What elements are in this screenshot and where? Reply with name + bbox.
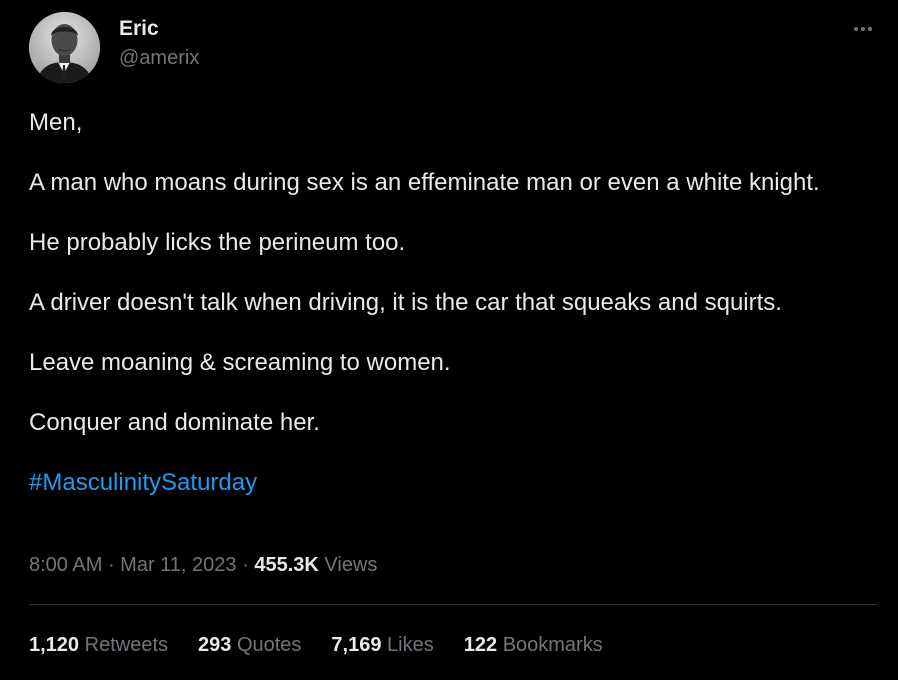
quotes-count: 293 — [198, 634, 232, 656]
meta-separator: · — [236, 554, 255, 576]
hashtag-link[interactable]: #MasculinitySaturday — [29, 468, 257, 498]
retweets-stat[interactable]: 1,120 Retweets — [29, 632, 168, 658]
author-handle[interactable]: @amerix — [119, 45, 199, 71]
tweet-paragraph: Leave moaning & screaming to women. — [29, 349, 451, 376]
tweet-header: Eric @amerix — [29, 12, 878, 84]
bookmarks-stat[interactable]: 122 Bookmarks — [464, 632, 603, 658]
author-block: Eric @amerix — [119, 16, 199, 71]
bookmarks-label: Bookmarks — [502, 634, 603, 656]
bookmarks-count: 122 — [463, 634, 498, 656]
retweets-label: Retweets — [84, 634, 168, 656]
likes-stat[interactable]: 7,169 Likes — [331, 632, 433, 658]
views-count[interactable]: 455.3K — [254, 554, 319, 576]
engagement-stats: 1,120 Retweets 293 Quotes 7,169 Likes 12… — [29, 632, 603, 658]
tweet-text: Men, A man who moans during sex is an ef… — [29, 108, 874, 498]
tweet-date[interactable]: Mar 11, 2023 — [120, 554, 236, 576]
tweet-paragraph: A driver doesn't talk when driving, it i… — [29, 289, 782, 316]
tweet-paragraph: A man who moans during sex is an effemin… — [29, 169, 820, 196]
views-label: Views — [324, 554, 378, 576]
tweet-paragraph: Men, — [29, 109, 83, 136]
author-name[interactable]: Eric — [119, 16, 199, 42]
avatar[interactable] — [29, 12, 100, 83]
quotes-label: Quotes — [236, 634, 302, 656]
divider — [29, 604, 878, 605]
tweet-metadata: 8:00 AM · Mar 11, 2023 · 455.3K Views — [29, 552, 377, 578]
likes-count: 7,169 — [331, 634, 382, 656]
likes-label: Likes — [387, 634, 434, 656]
tweet-paragraph: He probably licks the perineum too. — [29, 229, 406, 256]
meta-separator: · — [102, 554, 121, 576]
retweets-count: 1,120 — [29, 634, 80, 656]
tweet-time[interactable]: 8:00 AM — [29, 554, 102, 576]
tweet-paragraph: Conquer and dominate her. — [29, 409, 320, 436]
quotes-stat[interactable]: 293 Quotes — [198, 632, 301, 658]
more-horizontal-icon[interactable] — [848, 20, 878, 38]
avatar-image — [29, 12, 100, 83]
